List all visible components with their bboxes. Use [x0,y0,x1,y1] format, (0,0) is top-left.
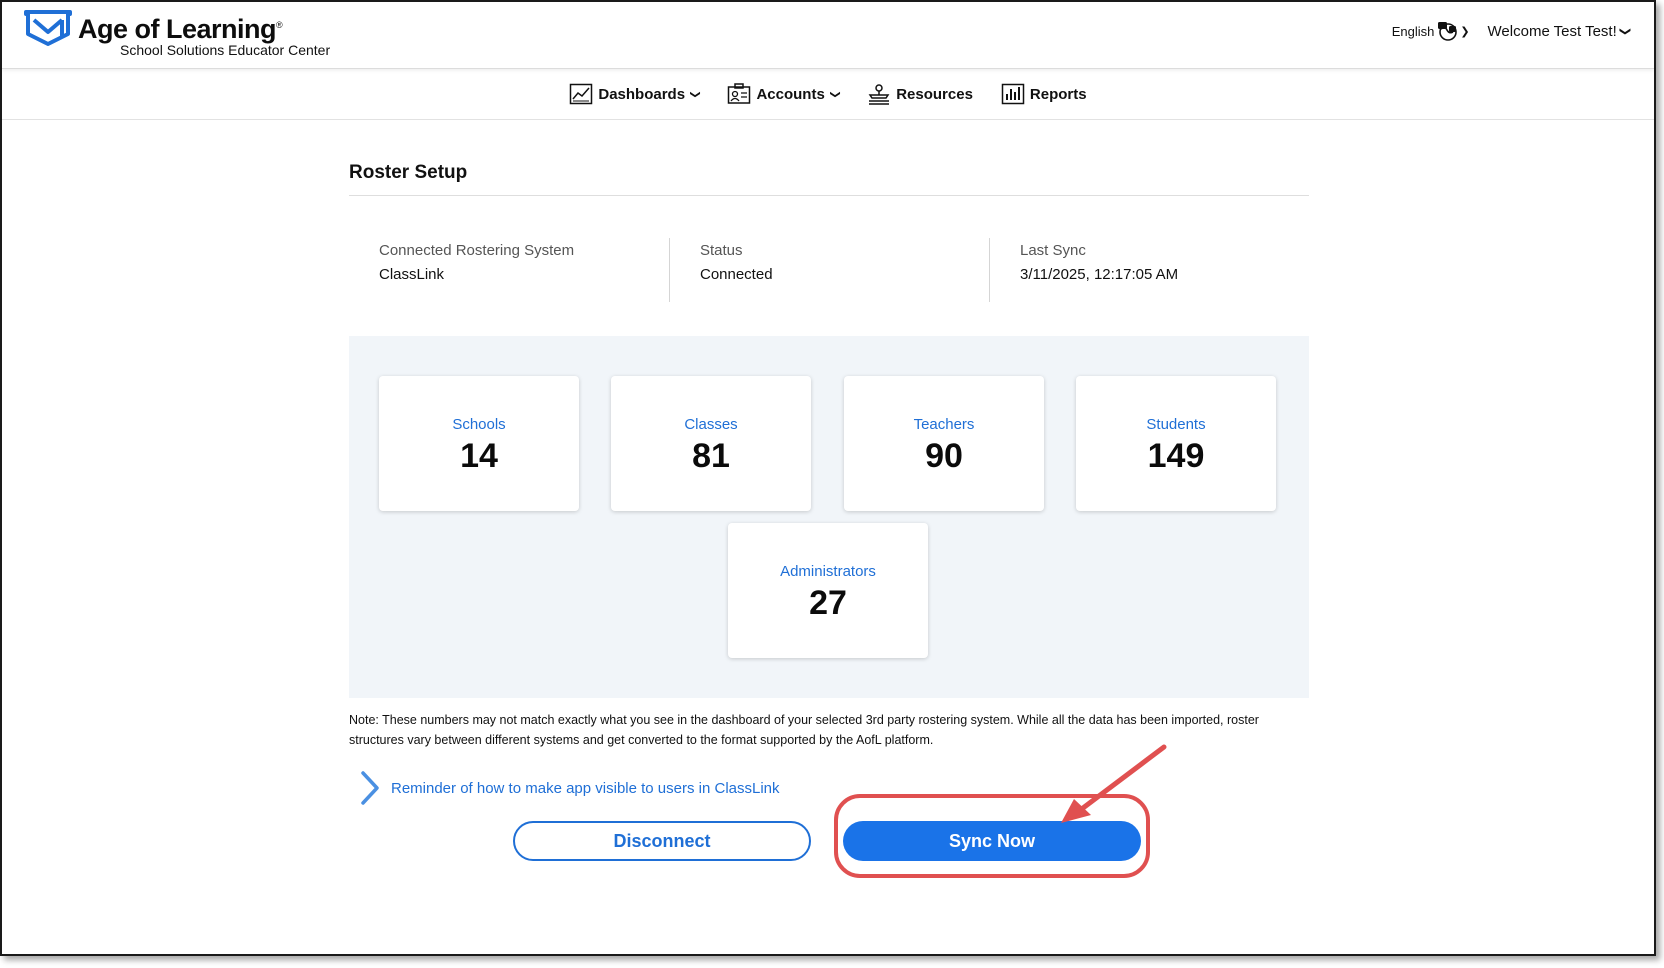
nav-accounts-label: Accounts [756,85,825,103]
resources-icon [868,84,890,105]
stat-card-classes: Classes 81 [611,376,811,511]
info-label: Status [699,242,743,259]
accounts-icon [728,83,751,104]
info-status: Status Connected [668,238,989,302]
stat-value: 27 [809,584,847,622]
language-label: English [1391,23,1435,39]
reminder-link-text: Reminder of how to make app visible to u… [391,779,780,797]
info-rostering-system: Connected Rostering System ClassLink [349,238,669,302]
stat-value: 149 [1147,437,1205,475]
stat-label: Administrators [780,563,876,580]
nav-dashboards[interactable]: Dashboards ❯ [569,83,701,105]
chevron-down-icon: ❯ [689,89,701,99]
chevron-down-icon: ❯ [829,89,841,99]
roster-info-row: Connected Rostering System ClassLink Sta… [349,238,1309,302]
stat-label: Classes [684,416,738,433]
chart-icon [570,83,593,105]
stat-card-teachers: Teachers 90 [844,376,1044,511]
logo-shield-icon [24,10,72,46]
reports-icon [1001,83,1025,105]
main-nav: Dashboards ❯ Accounts ❯ Resources Report… [2,69,1654,120]
nav-dashboards-label: Dashboards [598,85,686,103]
welcome-text: Welcome Test Test! [1487,22,1617,40]
info-label: Connected Rostering System [379,242,575,259]
language-chevron-down-icon: ❯ [1460,25,1470,38]
sync-now-button[interactable]: Sync Now [843,821,1141,861]
language-selector[interactable]: English ❯ [1392,20,1470,42]
info-value: Connected [699,266,773,283]
logo[interactable]: Age of Learning® School Solutions Educat… [24,10,330,58]
info-value: ClassLink [379,266,445,283]
stat-value: 14 [460,437,498,475]
disconnect-button[interactable]: Disconnect [513,821,811,861]
app-window: Age of Learning® School Solutions Educat… [0,0,1656,956]
stat-card-administrators: Administrators 27 [728,523,928,658]
brand-name: Age of Learning [78,14,277,44]
stat-value: 90 [925,437,963,475]
user-menu[interactable]: Welcome Test Test! ❯ [1487,22,1631,40]
nav-resources-label: Resources [896,85,973,103]
roster-setup-section: Roster Setup Connected Rostering System … [349,162,1309,886]
info-label: Last Sync [1020,242,1086,259]
stat-card-schools: Schools 14 [379,376,579,511]
language-globe-icon [1438,22,1458,41]
top-header: Age of Learning® School Solutions Educat… [2,2,1654,69]
chevron-right-icon [361,771,379,805]
nav-reports[interactable]: Reports [1001,83,1087,105]
stat-label: Schools [452,416,506,433]
disclaimer-note: Note: These numbers may not match exactl… [349,713,1259,747]
info-last-sync: Last Sync 3/11/2025, 12:17:05 AM [989,238,1309,302]
action-buttons: Disconnect Sync Now [349,744,1309,886]
nav-resources[interactable]: Resources [867,83,973,105]
user-menu-chevron-down-icon: ❯ [1618,26,1631,36]
stat-label: Students [1146,416,1206,433]
brand-registered-mark: ® [276,20,283,30]
reminder-link[interactable]: Reminder of how to make app visible to u… [359,770,1309,806]
stats-panel: Schools 14 Classes 81 Teachers 90 Studen… [349,336,1309,698]
page-title: Roster Setup [349,162,1309,196]
stat-card-students: Students 149 [1076,376,1276,511]
stat-label: Teachers [913,416,975,433]
info-value: 3/11/2025, 12:17:05 AM [1020,266,1179,283]
brand-subtitle: School Solutions Educator Center [120,42,331,58]
stat-value: 81 [692,437,730,475]
nav-accounts[interactable]: Accounts ❯ [727,83,841,105]
nav-reports-label: Reports [1029,85,1087,103]
